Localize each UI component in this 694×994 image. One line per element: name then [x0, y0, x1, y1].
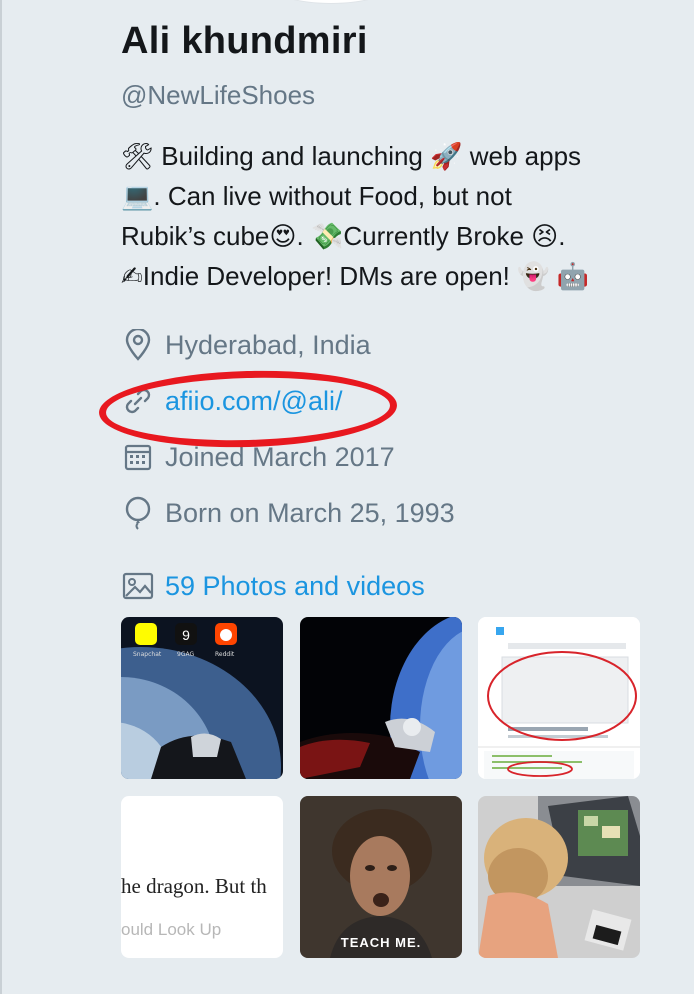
birthday-text: Born on March 25, 1993 — [165, 497, 455, 528]
ghost-emoji: 👻 — [517, 262, 550, 292]
profile-bio: 🛠 Building and launching 🚀 web apps 💻. C… — [121, 136, 661, 296]
laptop-emoji: 💻 — [121, 182, 154, 212]
gif-caption: TEACH ME. — [340, 935, 422, 950]
bio-text: Building and launching — [154, 141, 431, 171]
app-label: Reddit — [215, 651, 235, 658]
thumbnail-text: ould Look Up — [121, 920, 222, 939]
bio-text: Rubik’s cube — [121, 221, 270, 251]
money-wings-emoji: 💸 — [310, 222, 344, 252]
bio-text: . — [296, 221, 311, 251]
persevering-face-emoji: 😣 — [531, 222, 559, 252]
location-pin-icon — [121, 328, 155, 362]
media-thumbnail-stressed-laptop[interactable] — [478, 796, 640, 958]
media-thumbnail-space-car-earth[interactable] — [300, 617, 462, 779]
bio-text: . — [558, 221, 566, 251]
media-thumbnail-teach-me-gif[interactable]: TEACH ME. — [300, 796, 462, 958]
bio-line: 🛠 Building and launching 🚀 web apps — [121, 136, 661, 176]
rocket-emoji: 🚀 — [430, 142, 463, 172]
media-thumbnail-space-car-phone[interactable]: 9 Snapchat 9GAG Reddit — [121, 617, 283, 779]
hammer-wrench-emoji: 🛠 — [121, 142, 155, 172]
bio-line: 💻. Can live without Food, but not — [121, 176, 661, 216]
media-thumbnail-tweet-screenshot[interactable] — [478, 617, 640, 779]
bio-text: . Can live without Food, but not — [153, 181, 512, 211]
bio-text: Indie Developer! DMs are open! — [142, 261, 518, 291]
svg-text:9: 9 — [182, 627, 190, 643]
bio-text: Currently Broke — [343, 221, 532, 251]
bio-line: ✍Indie Developer! DMs are open! 👻 🤖 — [121, 256, 661, 296]
birthday-row: Born on March 25, 1993 — [121, 493, 455, 533]
calendar-icon — [121, 440, 155, 474]
left-border — [0, 0, 2, 994]
avatar[interactable] — [270, 0, 392, 4]
app-label: Snapchat — [133, 651, 162, 658]
media-thumbnail-book-text[interactable]: he dragon. But th ould Look Up — [121, 796, 283, 958]
balloon-icon — [121, 496, 155, 530]
robot-emoji: 🤖 — [556, 262, 590, 292]
thumbnail-text: he dragon. But th — [121, 874, 267, 898]
location-row: Hyderabad, India — [121, 325, 371, 365]
profile-name[interactable]: Ali khundmiri — [121, 20, 368, 63]
bio-text: web apps — [462, 141, 582, 171]
bio-line: Rubik’s cube😍. 💸Currently Broke 😣. — [121, 216, 661, 256]
location-text: Hyderabad, India — [165, 329, 371, 360]
photo-icon — [121, 569, 155, 603]
photos-videos-label: 59 Photos and videos — [165, 570, 425, 601]
profile-handle[interactable]: @NewLifeShoes — [121, 80, 315, 111]
photos-videos-link[interactable]: 59 Photos and videos — [121, 566, 425, 606]
app-label: 9GAG — [177, 651, 195, 658]
heart-eyes-emoji: 😍 — [269, 222, 297, 252]
writing-hand-emoji: ✍ — [121, 262, 143, 292]
